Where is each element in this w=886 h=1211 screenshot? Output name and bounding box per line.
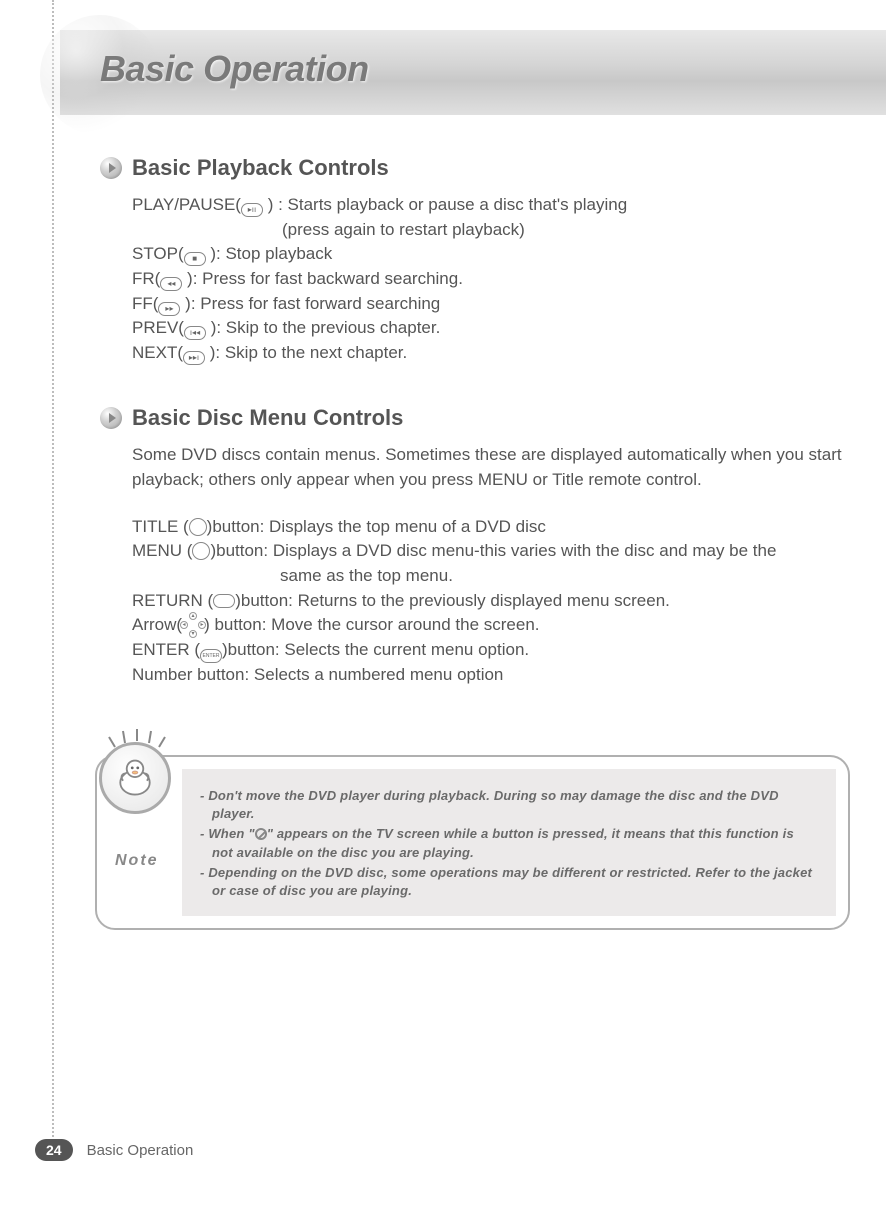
text: Arrow(	[132, 615, 182, 634]
text: PREV(	[132, 318, 184, 337]
text: ENTER (	[132, 640, 200, 659]
page-number-badge: 24	[35, 1139, 73, 1161]
text: RETURN (	[132, 591, 213, 610]
note-item: - Don't move the DVD player during playb…	[200, 787, 818, 823]
main-content: Basic Playback Controls PLAY/PAUSE(▸ıı )…	[100, 155, 846, 728]
prev-icon: ı◂◂	[184, 326, 206, 340]
prohibit-icon	[255, 828, 267, 840]
text: Number button: Selects a numbered menu o…	[132, 663, 846, 688]
note-item: - When "" appears on the TV screen while…	[200, 825, 818, 861]
play-pause-icon: ▸ıı	[241, 203, 263, 217]
text: FF(	[132, 294, 158, 313]
text: ): Press for fast backward searching.	[182, 269, 463, 288]
text: )button: Displays a DVD disc menu-this v…	[210, 541, 776, 560]
playback-body: PLAY/PAUSE(▸ıı ) : Starts playback or pa…	[100, 193, 846, 365]
note-mascot-icon	[89, 727, 184, 822]
text: NEXT(	[132, 343, 183, 362]
text: FR(	[132, 269, 160, 288]
page-title: Basic Operation	[100, 48, 369, 90]
text: TITLE (	[132, 517, 189, 536]
text: )button: Displays the top menu of a DVD …	[207, 517, 546, 536]
fast-forward-icon: ▸▸	[158, 302, 180, 316]
text: MENU (	[132, 541, 192, 560]
text: ) button: Move the cursor around the scr…	[204, 615, 539, 634]
text: ): Stop playback	[206, 244, 333, 263]
section-title: Basic Playback Controls	[132, 155, 389, 181]
play-bullet-icon	[100, 407, 122, 429]
note-label: Note	[115, 852, 159, 870]
text: )button: Selects the current menu option…	[222, 640, 529, 659]
text: same as the top menu.	[132, 564, 846, 589]
section-playback-controls: Basic Playback Controls PLAY/PAUSE(▸ıı )…	[100, 155, 846, 365]
text: STOP(	[132, 244, 184, 263]
footer-label: Basic Operation	[87, 1142, 194, 1159]
section-menu-controls: Basic Disc Menu Controls Some DVD discs …	[100, 405, 846, 687]
vertical-dotted-rule	[52, 0, 54, 1141]
menu-button-icon	[192, 542, 210, 560]
note-content: - Don't move the DVD player during playb…	[182, 769, 836, 916]
stop-icon: ■	[184, 252, 206, 266]
text: PLAY/PAUSE(	[132, 195, 241, 214]
section-title: Basic Disc Menu Controls	[132, 405, 403, 431]
page-footer: 24 Basic Operation	[35, 1139, 193, 1161]
menu-body: Some DVD discs contain menus. Sometimes …	[100, 443, 846, 687]
play-bullet-icon	[100, 157, 122, 179]
arrow-buttons-icon: ▴▾◂▸	[182, 614, 204, 636]
text: )button: Returns to the previously displ…	[235, 591, 670, 610]
text: ): Skip to the previous chapter.	[206, 318, 440, 337]
text: ) : Starts playback or pause a disc that…	[263, 195, 627, 214]
note-box: Note - Don't move the DVD player during …	[95, 755, 850, 930]
note-item: - Depending on the DVD disc, some operat…	[200, 864, 818, 900]
next-icon: ▸▸ı	[183, 351, 205, 365]
text: ): Skip to the next chapter.	[205, 343, 407, 362]
title-button-icon	[189, 518, 207, 536]
intro-text: Some DVD discs contain menus. Sometimes …	[132, 443, 846, 492]
fast-rewind-icon: ◂◂	[160, 277, 182, 291]
text: ): Press for fast forward searching	[180, 294, 440, 313]
text: (press again to restart playback)	[132, 218, 846, 243]
return-button-icon	[213, 594, 235, 608]
enter-button-icon: ENTER	[200, 649, 222, 663]
